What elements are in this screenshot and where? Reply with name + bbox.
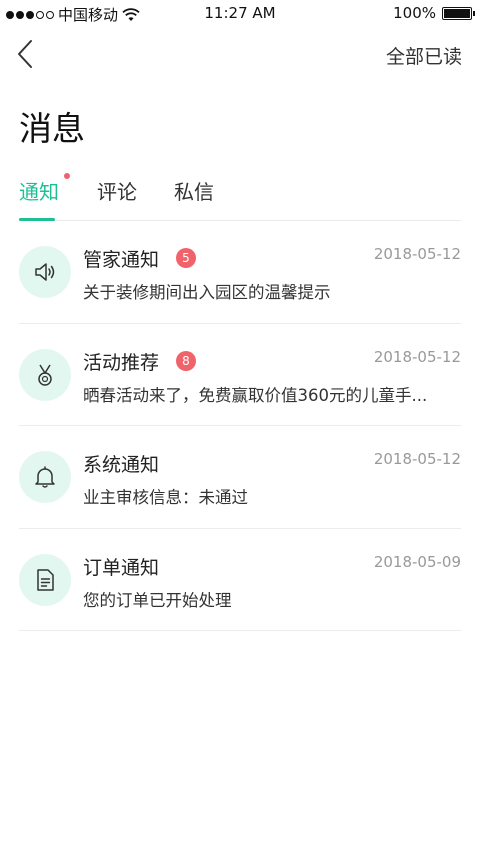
message-title: 系统通知 xyxy=(83,454,160,476)
nav-bar: 全部已读 xyxy=(0,28,480,80)
list-item-system-notice[interactable]: 系统通知 2018-05-12 业主审核信息：未通过 xyxy=(19,426,461,529)
tab-comments[interactable]: 评论 xyxy=(97,176,137,205)
document-icon xyxy=(19,553,71,606)
battery-icon xyxy=(442,6,475,20)
unread-dot xyxy=(64,173,70,179)
message-preview: 您的订单已开始处理 xyxy=(83,590,232,610)
message-title: 订单通知 xyxy=(83,556,160,579)
message-date: 2018-05-12 xyxy=(373,245,461,263)
unread-count-badge: 5 xyxy=(176,248,196,268)
message-list: 管家通知 5 2018-05-12 关于装修期间出入园区的温馨提示 活动推荐 8… xyxy=(19,221,461,631)
tab-notifications[interactable]: 通知 xyxy=(19,176,59,205)
message-date: 2018-05-12 xyxy=(373,450,461,468)
message-date: 2018-05-12 xyxy=(373,347,461,366)
status-right: 100% xyxy=(393,4,475,22)
status-bar: 中国移动 11:27 AM 100% xyxy=(0,0,480,28)
bell-icon xyxy=(19,451,71,503)
message-title: 管家通知 xyxy=(83,249,160,271)
list-item-activity-recommend[interactable]: 活动推荐 8 2018-05-12 晒春活动来了，免费赢取价值360元的儿童手.… xyxy=(19,324,461,426)
message-preview: 晒春活动来了，免费赢取价值360元的儿童手... xyxy=(83,385,428,405)
message-date: 2018-05-09 xyxy=(373,552,461,571)
message-preview: 业主审核信息：未通过 xyxy=(83,488,248,507)
tab-bar: 通知 评论 私信 xyxy=(19,170,461,221)
message-title: 活动推荐 xyxy=(83,351,160,374)
battery-percent: 100% xyxy=(393,4,436,22)
unread-count-badge: 8 xyxy=(176,350,196,371)
list-item-butler-notice[interactable]: 管家通知 5 2018-05-12 关于装修期间出入园区的温馨提示 xyxy=(19,221,461,324)
message-preview: 关于装修期间出入园区的温馨提示 xyxy=(83,283,331,302)
mark-all-read-button[interactable]: 全部已读 xyxy=(386,42,462,69)
chevron-left-icon xyxy=(18,40,32,68)
list-item-order-notice[interactable]: 订单通知 2018-05-09 您的订单已开始处理 xyxy=(19,529,461,631)
medal-icon xyxy=(19,348,71,401)
tab-private-messages[interactable]: 私信 xyxy=(174,176,214,205)
page-title: 消息 xyxy=(19,109,85,148)
speaker-icon xyxy=(19,246,71,298)
back-button[interactable] xyxy=(12,38,42,70)
